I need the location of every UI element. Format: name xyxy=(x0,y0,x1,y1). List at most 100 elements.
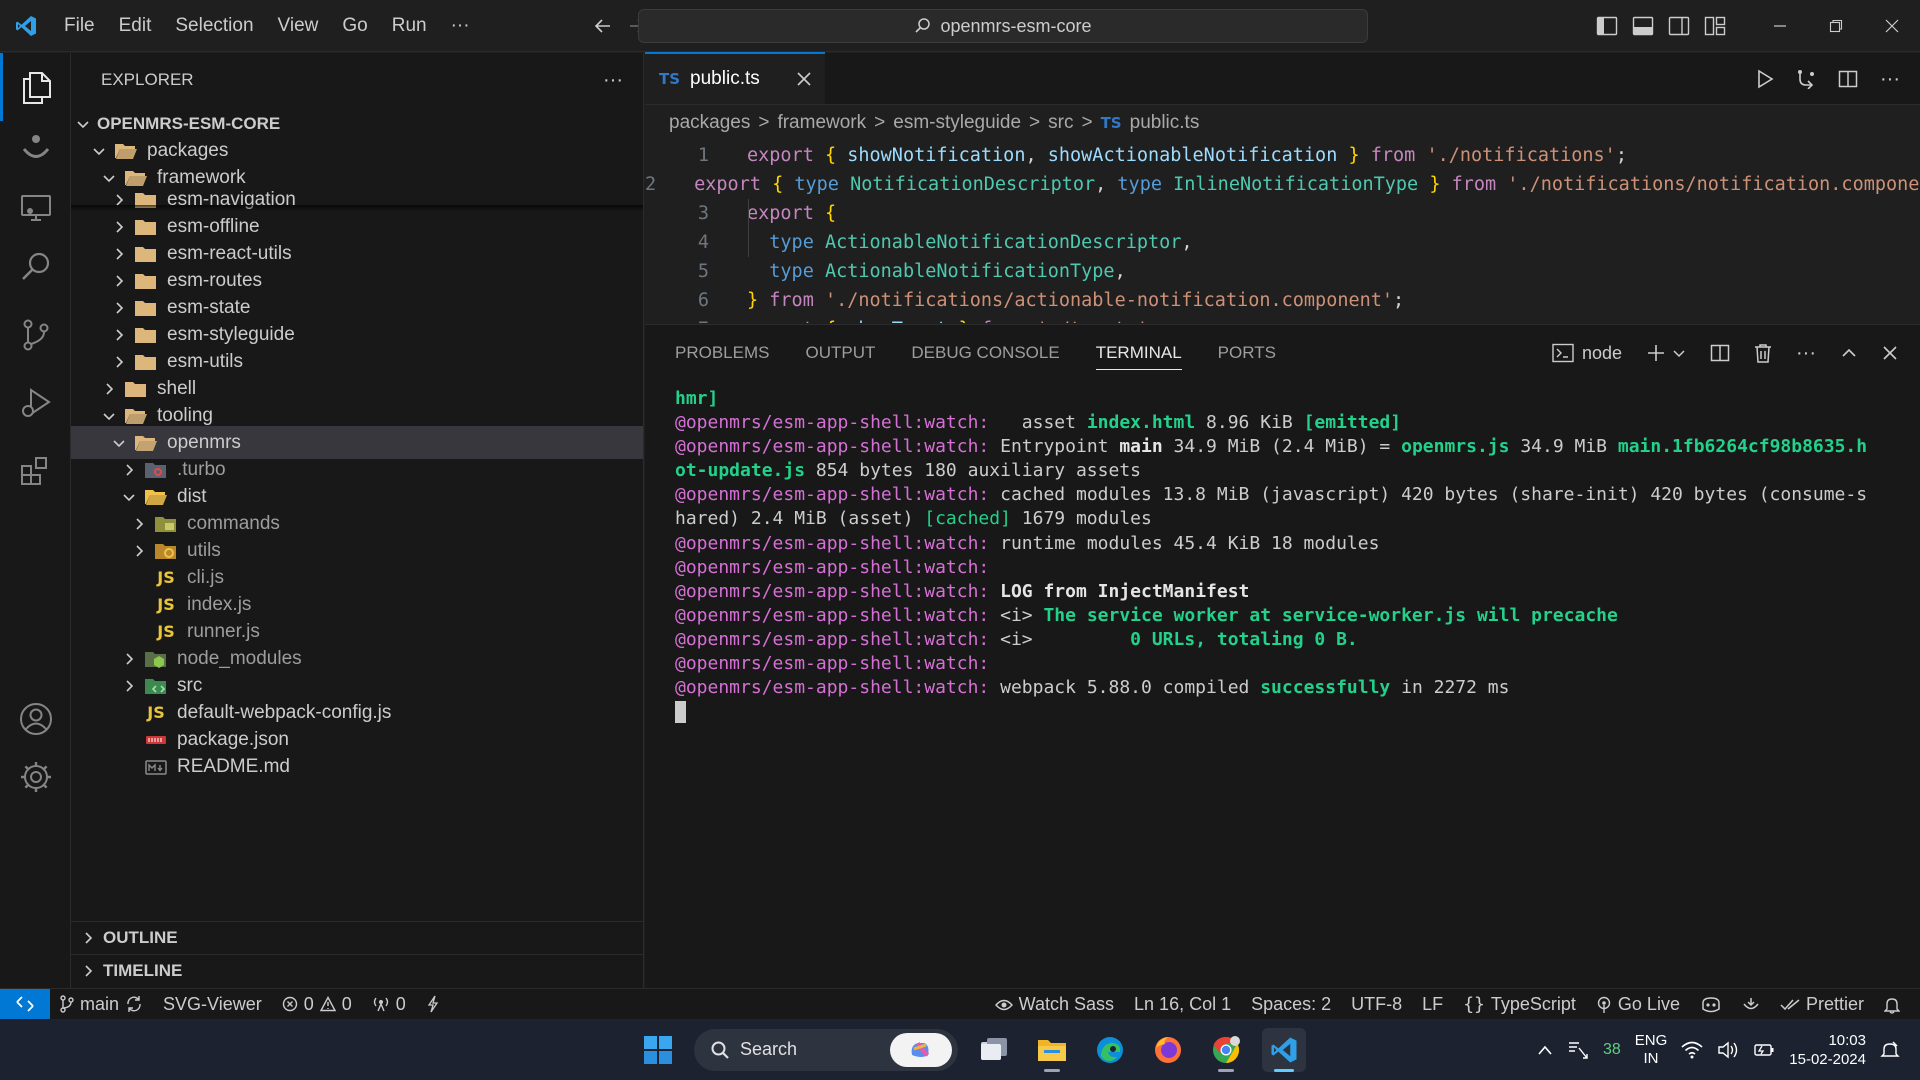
manage-gear-icon[interactable] xyxy=(0,743,71,811)
svg-viewer-status[interactable]: SVG-Viewer xyxy=(153,994,272,1015)
menu-edit[interactable]: Edit xyxy=(107,0,164,52)
line-number: 5 xyxy=(697,261,709,282)
vscode-taskbar-icon[interactable] xyxy=(1262,1027,1306,1072)
split-editor-icon[interactable] xyxy=(1838,69,1858,89)
toggle-panel-icon[interactable] xyxy=(1632,16,1654,36)
chevron-down-icon xyxy=(99,409,119,423)
file-explorer-icon[interactable] xyxy=(1030,1028,1074,1072)
taskbar-search-box[interactable]: Search xyxy=(694,1028,958,1071)
tab-debug-console[interactable]: DEBUG CONSOLE xyxy=(911,343,1059,363)
new-terminal-button[interactable] xyxy=(1646,343,1686,363)
tree-item-readme-md[interactable]: README.md xyxy=(71,750,643,783)
maximize-panel-icon[interactable] xyxy=(1840,344,1858,362)
notification-center-icon[interactable] xyxy=(1880,1040,1900,1060)
explorer-more-actions[interactable]: ··· xyxy=(603,69,623,92)
explorer-icon[interactable] xyxy=(0,53,71,121)
menu-selection[interactable]: Selection xyxy=(163,0,265,52)
encoding[interactable]: UTF-8 xyxy=(1341,994,1412,1015)
search-icon[interactable] xyxy=(0,233,71,301)
language-input-icon[interactable] xyxy=(1567,1040,1589,1060)
panel-more-actions-icon[interactable]: ··· xyxy=(1796,342,1816,365)
extensions-icon[interactable] xyxy=(0,437,71,505)
cursor-position[interactable]: Ln 16, Col 1 xyxy=(1124,994,1241,1015)
terminal-output[interactable]: hmr] @openmrs/esm-app-shell:watch: asset… xyxy=(675,387,1900,724)
tree-item-label: cli.js xyxy=(187,566,224,588)
typescript-file-icon: TS xyxy=(659,70,681,88)
tab-ports[interactable]: PORTS xyxy=(1218,343,1276,363)
minimize-icon[interactable] xyxy=(1752,0,1808,52)
chrome-browser-icon[interactable] xyxy=(1204,1028,1248,1072)
run-file-icon[interactable] xyxy=(1756,69,1774,89)
chevron-down-icon[interactable] xyxy=(1672,346,1686,360)
code-line: 5 type ActionableNotificationType, xyxy=(645,257,1920,286)
remote-explorer-icon[interactable] xyxy=(0,173,71,241)
live-share-icon[interactable] xyxy=(0,113,71,181)
breadcrumb-src[interactable]: src xyxy=(1048,112,1073,134)
command-center-search[interactable]: openmrs-esm-core xyxy=(638,9,1368,43)
end-of-line[interactable]: LF xyxy=(1412,994,1453,1015)
battery-icon[interactable] xyxy=(1753,1042,1775,1058)
lightning-icon[interactable] xyxy=(416,995,450,1013)
menu-run[interactable]: Run xyxy=(380,0,439,52)
tab-output[interactable]: OUTPUT xyxy=(805,343,875,363)
prettier-status[interactable]: Prettier xyxy=(1770,994,1874,1015)
breadcrumb-public-ts[interactable]: public.ts xyxy=(1130,112,1200,134)
toggle-secondary-sidebar-icon[interactable] xyxy=(1668,16,1690,36)
go-live-button[interactable]: Go Live xyxy=(1586,994,1690,1015)
menu-view[interactable]: View xyxy=(266,0,331,52)
volume-icon[interactable] xyxy=(1717,1041,1739,1059)
sync-icon[interactable] xyxy=(125,995,143,1013)
code-editor[interactable]: 1 export { showNotification, showActionab… xyxy=(645,141,1920,323)
watch-sass-button[interactable]: Watch Sass xyxy=(985,994,1124,1015)
source-control-icon[interactable] xyxy=(0,301,71,369)
ports-indicator[interactable]: 0 xyxy=(362,994,416,1015)
close-panel-icon[interactable] xyxy=(1882,345,1898,361)
input-language[interactable]: ENG IN xyxy=(1635,1032,1668,1068)
trash-icon[interactable] xyxy=(1754,343,1772,363)
tab-terminal[interactable]: TERMINAL xyxy=(1095,343,1182,370)
tab-public-ts[interactable]: TS public.ts xyxy=(645,52,825,104)
edge-browser-icon[interactable] xyxy=(1088,1028,1132,1072)
restore-icon[interactable] xyxy=(1808,0,1864,52)
task-view-icon[interactable] xyxy=(972,1028,1016,1072)
breadcrumb-framework[interactable]: framework xyxy=(777,112,866,134)
tab-problems[interactable]: PROBLEMS xyxy=(675,343,769,363)
windows-start-icon[interactable] xyxy=(636,1028,680,1072)
notifications-bell-icon[interactable] xyxy=(1874,996,1910,1014)
menu-file[interactable]: File xyxy=(52,0,107,52)
copilot-icon[interactable] xyxy=(1690,996,1732,1014)
close-window-icon[interactable] xyxy=(1864,0,1920,52)
remote-indicator-icon[interactable] xyxy=(0,988,50,1020)
outline-section[interactable]: OUTLINE xyxy=(71,921,643,954)
node-modules-folder-icon xyxy=(143,648,169,670)
open-changes-icon[interactable] xyxy=(1796,69,1816,89)
toggle-primary-sidebar-icon[interactable] xyxy=(1596,16,1618,36)
weather-temperature[interactable]: 38 xyxy=(1603,1041,1621,1059)
indent-guide xyxy=(748,199,749,257)
clock[interactable]: 10:03 15-02-2024 xyxy=(1789,1031,1866,1069)
terminal-shell-selector[interactable]: node xyxy=(1552,343,1622,364)
split-terminal-icon[interactable] xyxy=(1710,343,1730,363)
indentation[interactable]: Spaces: 2 xyxy=(1241,994,1341,1015)
editor-more-actions-icon[interactable]: ··· xyxy=(1880,68,1900,91)
copilot-badge-icon[interactable] xyxy=(890,1032,952,1067)
branch-indicator[interactable]: main xyxy=(50,994,153,1015)
show-hidden-icons-icon[interactable] xyxy=(1537,1044,1553,1056)
menu-go[interactable]: Go xyxy=(330,0,379,52)
live-share-status-icon[interactable] xyxy=(1732,996,1770,1014)
editor-tabs: TS public.ts ··· xyxy=(645,52,1920,105)
breadcrumb-packages[interactable]: packages xyxy=(669,112,750,134)
command-center-text: openmrs-esm-core xyxy=(940,15,1092,36)
breadcrumb-esm-styleguide[interactable]: esm-styleguide xyxy=(893,112,1021,134)
wifi-icon[interactable] xyxy=(1681,1041,1703,1059)
menu-more[interactable]: ··· xyxy=(439,0,482,52)
timeline-section[interactable]: TIMELINE xyxy=(71,954,643,987)
back-arrow-icon[interactable] xyxy=(592,15,614,37)
run-and-debug-icon[interactable] xyxy=(0,369,71,437)
close-tab-icon[interactable] xyxy=(797,72,811,86)
terminal-line: @openmrs/esm-app-shell:watch: webpack 5.… xyxy=(675,677,1510,699)
customize-layout-icon[interactable] xyxy=(1704,16,1726,36)
problems-indicator[interactable]: 0 0 xyxy=(272,994,362,1015)
language-mode[interactable]: {} TypeScript xyxy=(1453,994,1586,1015)
firefox-browser-icon[interactable] xyxy=(1146,1028,1190,1072)
